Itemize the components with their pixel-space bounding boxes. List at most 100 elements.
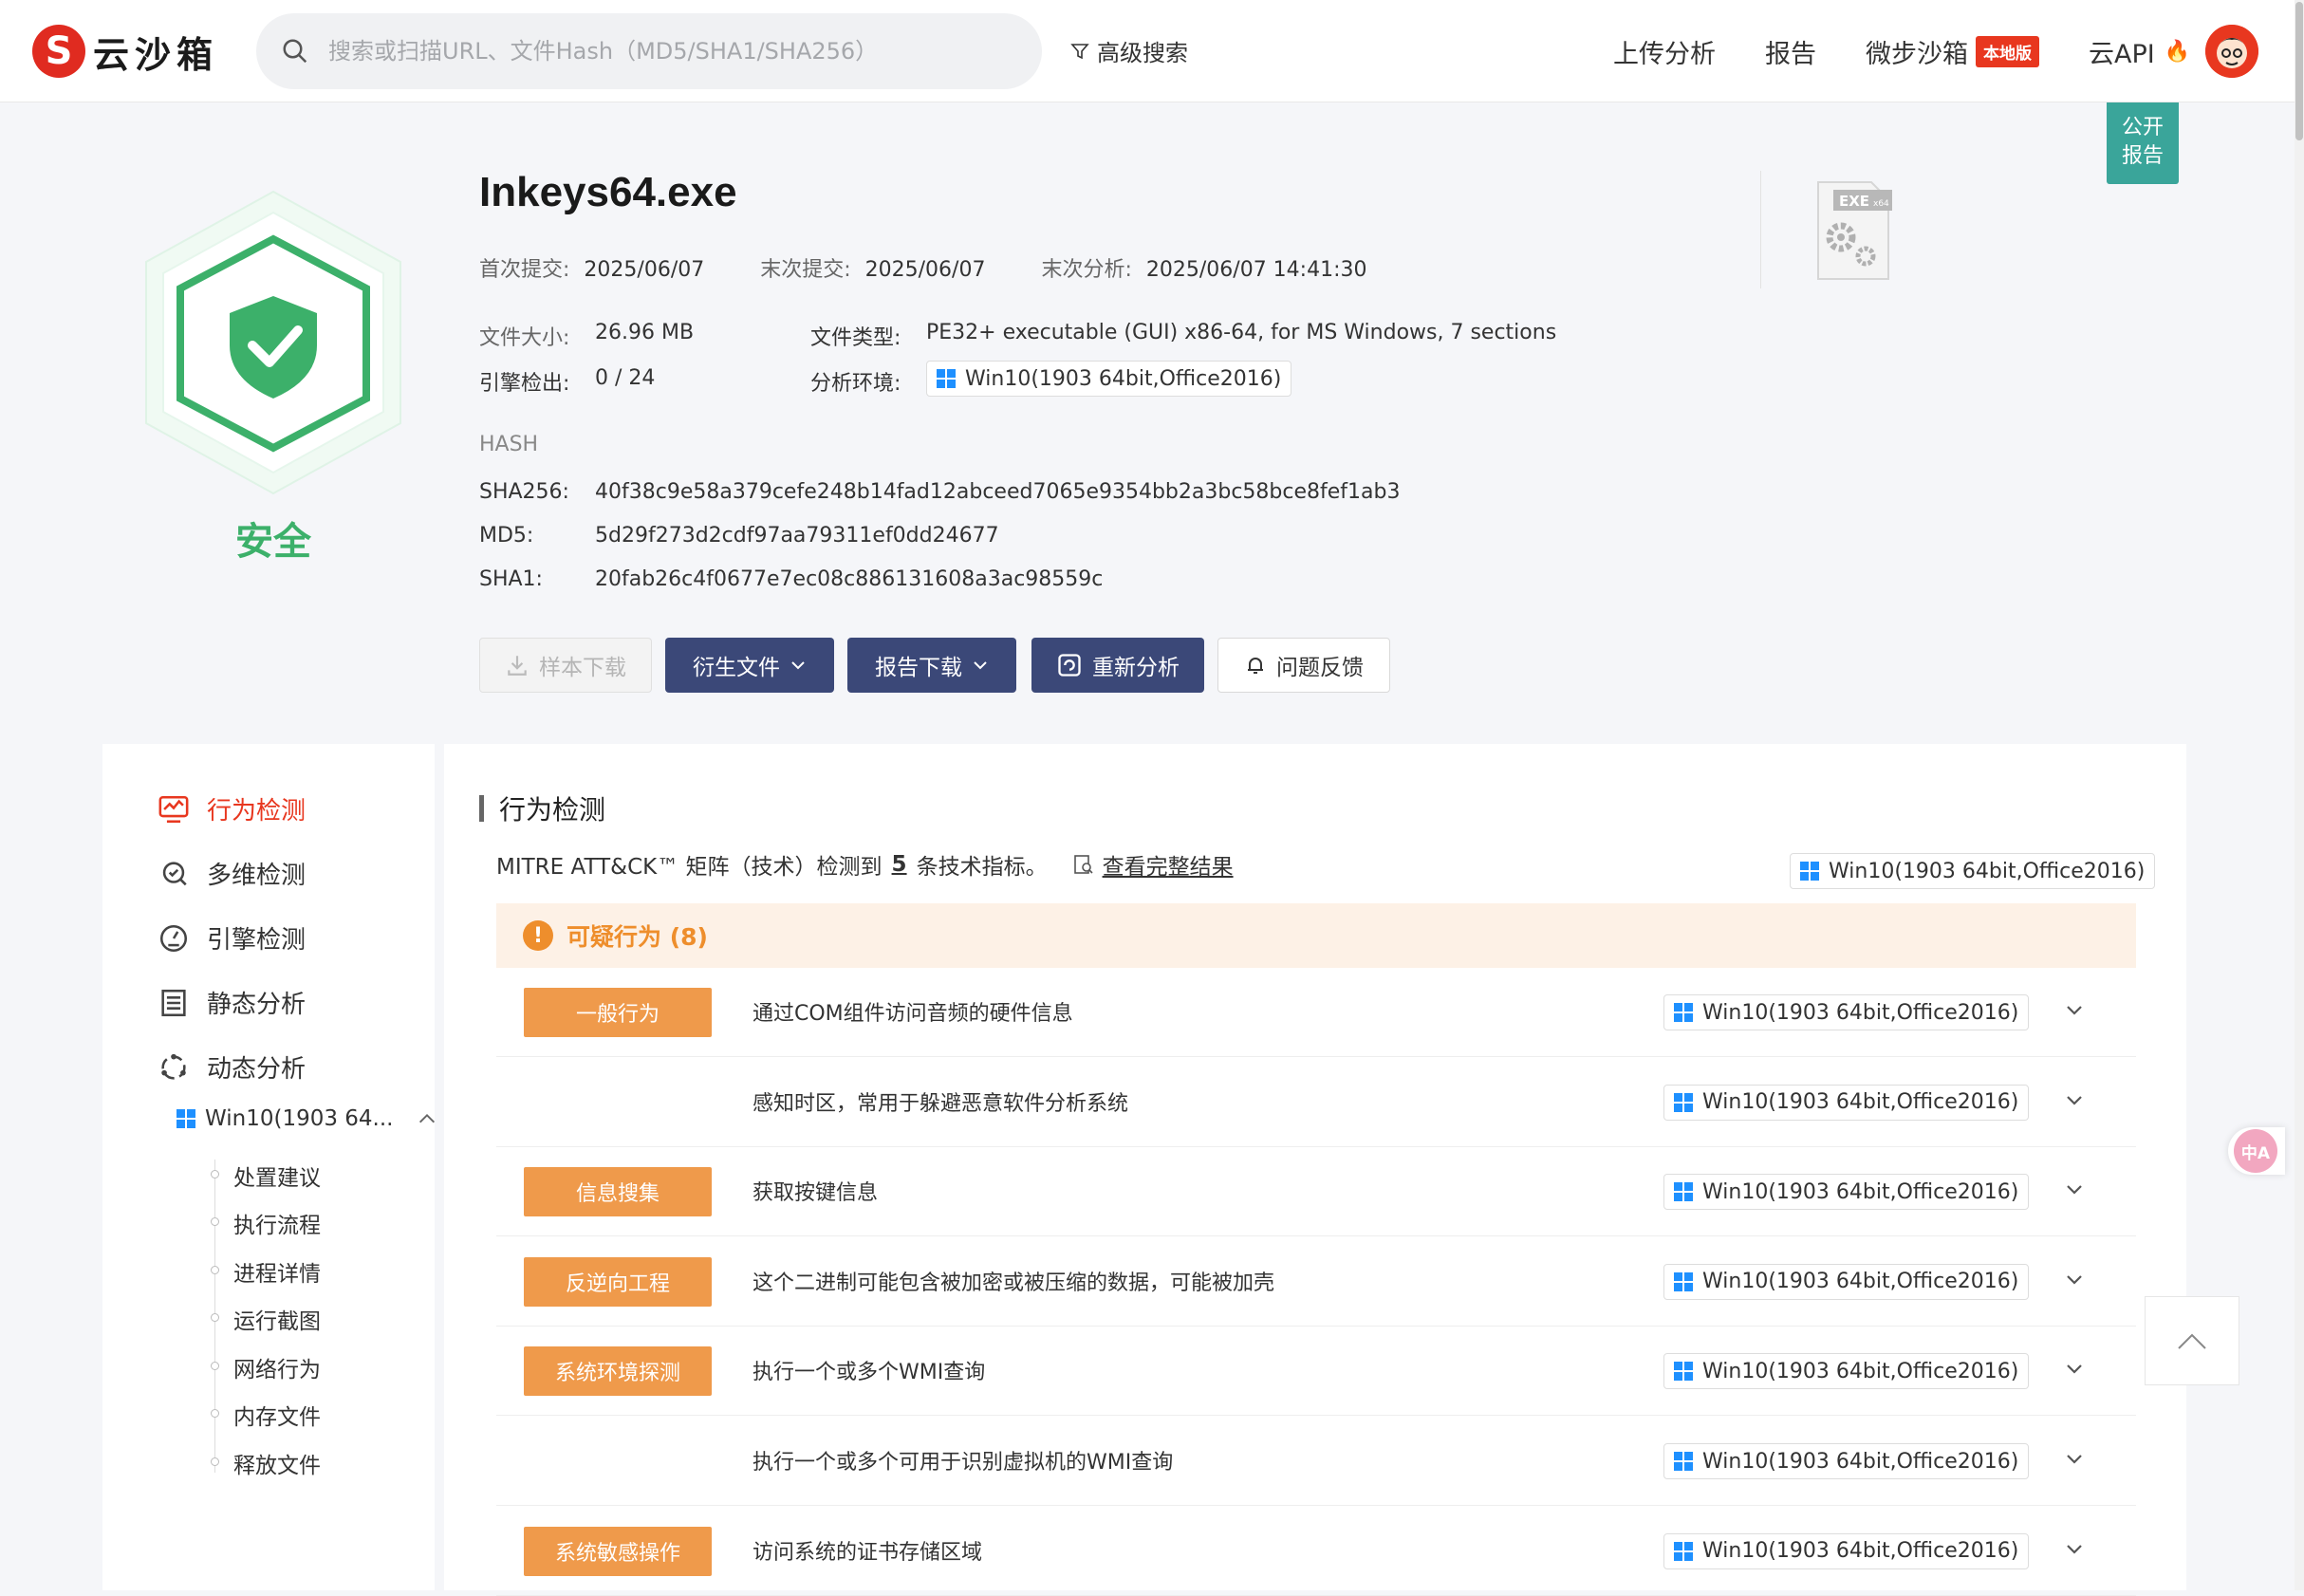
behavior-category-tag: 反逆向工程 [524,1256,712,1307]
submit-times: 首次提交: 2025/06/07 末次提交: 2025/06/07 末次分析: … [479,252,1367,283]
reanalyze-button[interactable]: 重新分析 [1031,638,1204,693]
verdict-label: 安全 [235,520,311,564]
windows-icon [1674,1362,1693,1382]
sha256-value[interactable]: 40f38c9e58a379cefe248b14fad12abceed7065e… [595,480,1400,504]
feedback-button[interactable]: 问题反馈 [1217,638,1390,693]
expand-chevron-icon[interactable] [2060,1445,2089,1474]
download-sample-label: 样本下载 [539,656,626,680]
hash-heading: HASH [479,433,539,456]
md5-value[interactable]: 5d29f273d2cdf97aa79311ef0dd24677 [595,524,999,547]
behavior-env-label: Win10(1903 64bit,Office2016) [1702,1449,2019,1474]
behavior-row[interactable]: 一般行为 通过COM组件访问音频的硬件信息 Win10(1903 64bit,Off… [496,968,2136,1057]
behavior-row[interactable]: 执行一个或多个可用于识别虚拟机的WMI查询 Win10(1903 64bit,Of… [496,1417,2136,1506]
expand-chevron-icon[interactable] [2060,1535,2089,1564]
avatar-face-icon [2205,25,2258,78]
back-to-top-button[interactable] [2145,1296,2239,1385]
tree-item-memory-files[interactable]: 内存文件 [233,1399,321,1431]
tree-item-dropped-files[interactable]: 释放文件 [233,1447,321,1479]
behavior-category-tag: 系统环境探测 [524,1346,712,1397]
chevron-up-icon[interactable] [417,1108,437,1129]
expand-chevron-icon[interactable] [2060,1086,2089,1115]
sha1-label: SHA1: [479,567,543,591]
sidebar-item-label: 动态分析 [207,1055,307,1084]
tree-item-screenshots[interactable]: 运行截图 [233,1303,321,1335]
list-doc-icon [161,989,186,1016]
nav-upload-analysis[interactable]: 上传分析 [1613,33,1716,70]
page-scrollbar-track[interactable] [2295,0,2304,1590]
sidebar-item-label: 静态分析 [207,991,307,1019]
windows-icon [937,369,956,388]
sidebar-env-node[interactable]: Win10(1903 64... [177,1106,437,1131]
derived-files-button[interactable]: 衍生文件 [665,638,834,693]
search-input[interactable] [326,37,991,65]
view-full-results-label: 查看完整结果 [1102,855,1234,880]
tree-item-network[interactable]: 网络行为 [233,1351,321,1383]
behavior-row[interactable]: 信息搜集 获取按键信息 Win10(1903 64bit,Office2016) [496,1147,2136,1237]
behavior-row[interactable]: 系统敏感操作 访问系统的证书存储区域 Win10(1903 64bit,Office… [496,1507,2136,1596]
expand-chevron-icon[interactable] [2060,1266,2089,1294]
sidebar-item-static[interactable]: 静态分析 [158,985,306,1020]
behavior-row[interactable]: 系统环境探测 执行一个或多个WMI查询 Win10(1903 64bit,Offic… [496,1327,2136,1417]
sidebar-item-label: 多维检测 [207,862,307,890]
behavior-env-label: Win10(1903 64bit,Office2016) [1702,1179,2019,1204]
exe-file-icon: EXE x64 [1817,181,1892,280]
translate-float-button[interactable]: 中A [2228,1127,2285,1175]
tree-dot [211,1457,219,1466]
file-size-label: 文件大小: [479,326,570,350]
behavior-row[interactable]: 反逆向工程 这个二进制可能包含被加密或被压缩的数据，可能被加壳 Win10(1903… [496,1237,2136,1327]
logo-text: 云沙箱 [93,33,219,76]
nav-cloud-api[interactable]: 云API 🔥 [2089,33,2190,70]
env-filter-chip[interactable]: Win10(1903 64bit,Office2016) [1790,852,2156,889]
sidebar-item-dynamic[interactable]: 动态分析 [158,1049,306,1085]
expand-chevron-icon[interactable] [2060,1176,2089,1204]
tree-item-process-detail[interactable]: 进程详情 [233,1255,321,1288]
logo[interactable]: S 云沙箱 [32,23,218,80]
search-icon [283,39,307,64]
behavior-env-label: Win10(1903 64bit,Office2016) [1702,1090,2019,1115]
tree-item-remediation[interactable]: 处置建议 [233,1160,321,1192]
advanced-search-button[interactable]: 高级搜索 [1070,34,1188,67]
suspicious-behaviors-header[interactable]: ! 可疑行为 (8) [496,903,2136,968]
file-type-value: PE32+ executable (GUI) x86-64, for MS Wi… [926,321,1557,344]
public-report-tag[interactable]: 公开 报告 [2107,102,2179,184]
scan-search-icon [162,861,187,885]
behavior-env-chip: Win10(1903 64bit,Office2016) [1663,1174,2030,1211]
file-size-value: 26.96 MB [595,321,695,344]
view-full-results-link[interactable]: 查看完整结果 [1072,848,1234,881]
engine-gauge-icon [159,924,188,952]
tree-dot [211,1266,219,1274]
page-scrollbar-thumb[interactable] [2295,2,2303,140]
sidebar-item-engine[interactable]: 引擎检测 [158,920,306,956]
behavior-description: 访问系统的证书存储区域 [753,1540,983,1565]
last-submit-value: 2025/06/07 [864,258,986,282]
analysis-env-chip[interactable]: Win10(1903 64bit,Office2016) [926,360,1292,397]
sha1-value[interactable]: 20fab26c4f0677e7ec08c886131608a3ac98559c [595,567,1103,591]
behavior-row[interactable]: 感知时区，常用于躲避恶意软件分析系统 Win10(1903 64bit,Offic… [496,1058,2136,1147]
exe-icon-label: EXE [1839,193,1869,210]
refresh-scan-icon [1058,654,1081,677]
translate-icon: 中A [2234,1129,2277,1173]
file-type-label: 文件类型: [810,326,901,350]
sidebar-item-behavior[interactable]: 行为检测 [158,791,306,826]
user-avatar[interactable] [2205,25,2258,78]
windows-icon [1674,1092,1693,1112]
sidebar-item-multidim[interactable]: 多维检测 [158,856,306,891]
nav-micro-sandbox[interactable]: 微步沙箱 本地版 [1866,33,2039,70]
download-sample-button[interactable]: 样本下载 [479,638,652,693]
nav-report[interactable]: 报告 [1765,33,1816,70]
mitre-suffix: 条技术指标。 [916,855,1048,880]
tree-dot [211,1362,219,1370]
header-divider [1760,171,1761,288]
behavior-env-chip: Win10(1903 64bit,Office2016) [1663,1443,2030,1479]
sidebar-item-label: 行为检测 [207,797,307,826]
tree-dot [211,1170,219,1178]
nav-links: 上传分析 报告 微步沙箱 本地版 云API 🔥 [1613,28,2239,74]
tree-item-exec-flow[interactable]: 执行流程 [233,1207,321,1239]
search-bar[interactable] [256,13,1042,89]
expand-chevron-icon[interactable] [2060,996,2089,1025]
report-download-button[interactable]: 报告下载 [847,638,1016,693]
tree-dot [211,1313,219,1322]
nav-micro-sandbox-label: 微步沙箱 [1866,39,1968,69]
expand-chevron-icon[interactable] [2060,1355,2089,1383]
chevron-down-icon [791,661,805,670]
